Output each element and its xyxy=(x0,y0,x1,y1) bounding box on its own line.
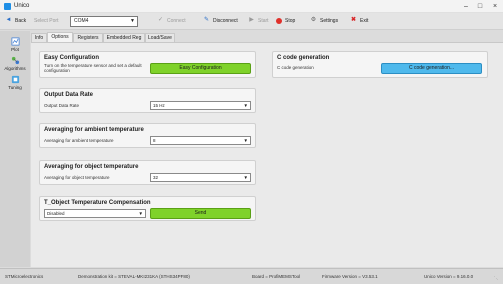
connect-icon: ✓ xyxy=(157,17,164,24)
select-port-label: Select Port xyxy=(34,18,59,24)
window-title: Unico xyxy=(14,3,30,9)
avg-object-select[interactable]: 32 ▼ xyxy=(150,173,251,182)
status-firmware: Firmware Version = V3.53.1 xyxy=(322,274,378,279)
tab-registers[interactable]: Registers xyxy=(73,33,103,42)
avg-ambient-group: Averaging for ambient temperature Averag… xyxy=(39,123,256,148)
disconnect-button[interactable]: ✎ Disconnect xyxy=(203,17,238,26)
avg-object-label: Averaging for object temperature xyxy=(44,175,110,180)
send-button[interactable]: Send xyxy=(150,208,251,219)
avg-ambient-label: Averaging for ambient temperature xyxy=(44,138,114,143)
avg-object-title: Averaging for object temperature xyxy=(44,164,139,170)
sidebar: Plot Algorithms Tuning xyxy=(0,31,30,267)
chevron-down-icon: ▼ xyxy=(138,211,143,216)
options-panel: Easy Configuration Turn on the temperatu… xyxy=(31,42,503,267)
start-button[interactable]: ▶ Start xyxy=(248,17,268,26)
odr-title: Output Data Rate xyxy=(44,92,94,98)
play-icon: ▶ xyxy=(249,17,254,24)
status-board: Board = ProfiMEMSTool xyxy=(252,274,301,279)
status-demo-kit: Demonstration kit = STEVAL-MKI231KA (STH… xyxy=(78,274,190,279)
easy-config-group: Easy Configuration Turn on the temperatu… xyxy=(39,51,256,78)
stop-icon xyxy=(276,17,282,24)
gear-icon: ⚙ xyxy=(310,17,317,24)
odr-label: Output Data Rate xyxy=(44,103,80,108)
minimize-icon[interactable]: – xyxy=(460,1,472,12)
back-button[interactable]: ◄ Back xyxy=(5,17,27,26)
easy-config-desc-2: configuration xyxy=(44,68,70,73)
c-code-generation-button[interactable]: C code generation... xyxy=(381,63,482,74)
connect-button[interactable]: ✓ Connect xyxy=(157,17,186,26)
chevron-down-icon: ▼ xyxy=(243,103,248,108)
tobject-comp-select[interactable]: Disabled ▼ xyxy=(44,209,146,218)
tuning-icon xyxy=(11,75,19,84)
exit-icon: ✖ xyxy=(350,17,357,24)
stop-button[interactable]: Stop xyxy=(276,17,295,26)
chevron-down-icon: ▼ xyxy=(243,138,248,143)
tab-bar: Info Options Registers Embedded Reg Load… xyxy=(31,32,503,42)
c-code-title: C code generation xyxy=(277,55,330,61)
tab-embedded-reg[interactable]: Embedded Reg xyxy=(103,33,145,42)
toolbar: ◄ Back Select Port COM4 ▼ ✓ Connect ✎ Disco… xyxy=(0,13,503,30)
c-code-label: C code generation xyxy=(277,65,314,70)
status-bar: STMicroelectronics Demonstration kit = S… xyxy=(0,268,503,284)
status-company: STMicroelectronics xyxy=(5,274,44,279)
close-icon[interactable]: × xyxy=(489,1,501,12)
tab-info[interactable]: Info xyxy=(31,33,47,42)
easy-config-button[interactable]: Easy Configuration xyxy=(150,63,251,74)
title-bar: Unico – □ × xyxy=(0,0,503,13)
tab-options[interactable]: Options xyxy=(47,32,73,42)
easy-config-title: Easy Configuration xyxy=(44,55,100,61)
exit-button[interactable]: ✖ Exit xyxy=(350,17,368,26)
maximize-icon[interactable]: □ xyxy=(474,1,486,12)
app-icon xyxy=(4,3,11,10)
chevron-down-icon: ▼ xyxy=(243,175,248,180)
avg-ambient-select[interactable]: 8 ▼ xyxy=(150,136,251,145)
sidebar-item-tuning[interactable]: Tuning xyxy=(0,75,30,90)
output-data-rate-group: Output Data Rate Output Data Rate 15 Hz … xyxy=(39,88,256,113)
sidebar-item-plot[interactable]: Plot xyxy=(0,37,30,52)
plot-icon xyxy=(11,37,19,46)
settings-button[interactable]: ⚙ Settings xyxy=(310,17,338,26)
tobject-comp-group: T_Object Temperature Compensation Disabl… xyxy=(39,196,256,221)
tobject-comp-title: T_Object Temperature Compensation xyxy=(44,200,151,206)
port-select[interactable]: COM4 ▼ xyxy=(70,16,138,27)
tab-load-save[interactable]: Load/Save xyxy=(145,33,175,42)
back-arrow-icon: ◄ xyxy=(5,17,12,24)
c-code-group: C code generation C code generation C co… xyxy=(272,51,488,78)
avg-ambient-title: Averaging for ambient temperature xyxy=(44,127,144,133)
disconnect-icon: ✎ xyxy=(203,17,210,24)
chevron-down-icon: ▼ xyxy=(130,18,135,24)
status-unico-version: Unico Version = 9.16.0.0 xyxy=(424,274,474,279)
odr-select[interactable]: 15 Hz ▼ xyxy=(150,101,251,110)
algorithms-icon xyxy=(11,56,19,65)
avg-object-group: Averaging for object temperature Averagi… xyxy=(39,160,256,185)
resize-grip-icon[interactable]: ⋱ xyxy=(494,276,499,282)
sidebar-item-algorithms[interactable]: Algorithms xyxy=(0,56,30,71)
